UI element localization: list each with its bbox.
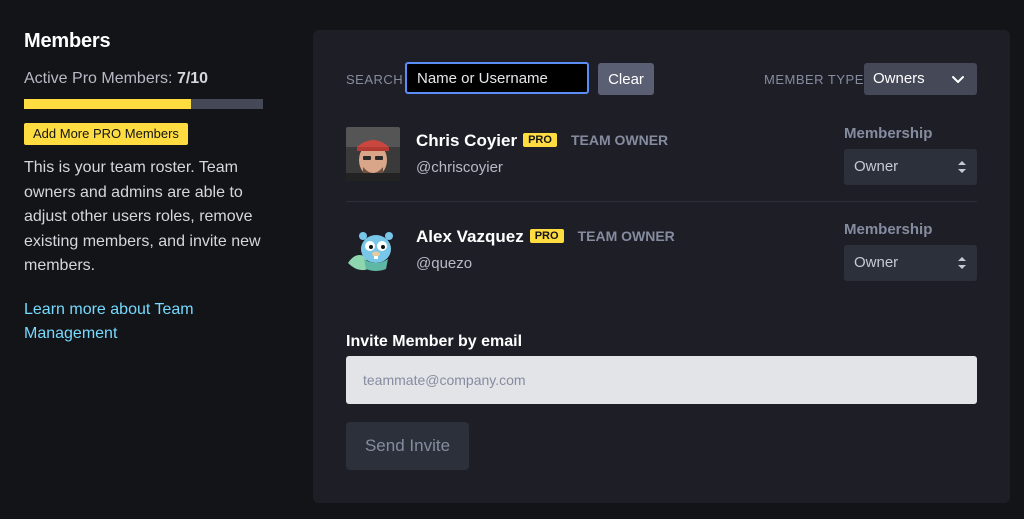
clear-button[interactable]: Clear (598, 63, 654, 95)
membership-label: Membership (844, 221, 933, 238)
active-pro-members-label: Active Pro Members: (24, 70, 177, 87)
pro-badge: PRO (529, 229, 564, 243)
send-invite-button[interactable]: Send Invite (346, 422, 469, 470)
pro-badge: PRO (523, 133, 557, 147)
member-handle: @quezo (416, 255, 473, 272)
membership-value: Owner (854, 158, 899, 175)
divider (346, 201, 977, 202)
active-pro-members: Active Pro Members: 7/10 (24, 70, 272, 88)
member-name[interactable]: Chris Coyier (416, 131, 517, 150)
sidebar: Members Active Pro Members: 7/10 Add Mor… (24, 30, 272, 347)
membership-value: Owner (854, 254, 899, 271)
member-name[interactable]: Alex Vazquez (416, 227, 524, 246)
member-type-select[interactable]: Owners (864, 63, 977, 95)
search-label: SEARCH (346, 72, 404, 87)
membership-select[interactable]: Owner (844, 149, 977, 185)
member-type-value: Owners (873, 70, 925, 87)
invite-title: Invite Member by email (346, 333, 523, 350)
active-pro-members-count: 7/10 (176, 70, 209, 87)
select-arrows-icon (958, 257, 966, 269)
page-title: Members (24, 30, 111, 52)
membership-select[interactable]: Owner (844, 245, 977, 281)
member-handle: @chriscoyier (416, 159, 503, 176)
avatar[interactable] (346, 223, 400, 277)
add-more-pro-button[interactable]: Add More PRO Members (24, 123, 188, 145)
select-arrows-icon (958, 161, 966, 173)
member-role: TEAM OWNER (577, 228, 675, 244)
avatar-photo-icon (346, 127, 400, 181)
membership-label: Membership (844, 125, 933, 142)
learn-more-link[interactable]: Learn more about Team Management (24, 298, 272, 347)
chevron-down-icon (952, 76, 964, 83)
member-role: TEAM OWNER (570, 132, 669, 148)
progress-fill (24, 99, 192, 109)
search-input[interactable] (405, 62, 589, 94)
avatar[interactable] (346, 127, 400, 181)
invite-email-input[interactable] (346, 356, 977, 404)
roster-description: This is your team roster. Team owners an… (24, 159, 261, 274)
member-type-label: MEMBER TYPE (764, 72, 864, 87)
pro-members-progress-bar (24, 99, 263, 109)
members-panel: SEARCH Clear MEMBER TYPE Owners Chris Co… (313, 30, 1010, 503)
gopher-avatar-icon (346, 223, 400, 277)
